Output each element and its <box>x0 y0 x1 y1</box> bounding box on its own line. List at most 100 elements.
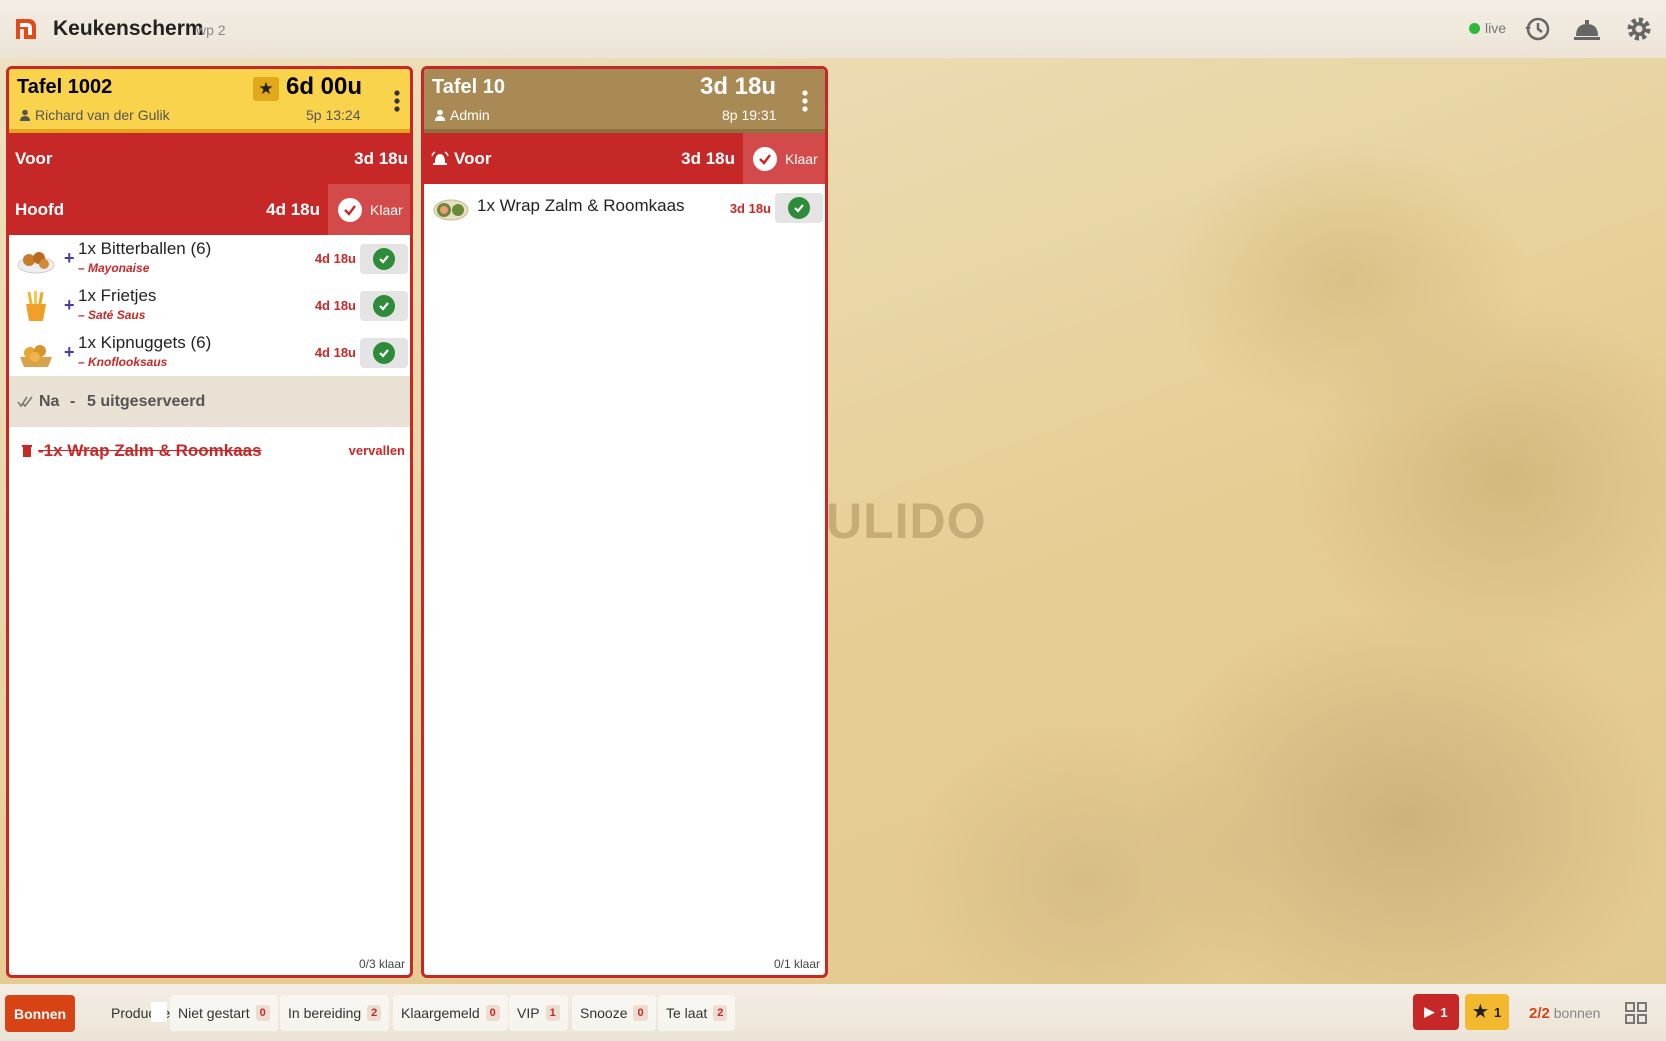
add-icon: + <box>64 342 75 362</box>
app-logo-icon <box>16 19 36 39</box>
course-name: Voor <box>15 148 53 168</box>
void-item-row: -1x Wrap Zalm & Roomkaas vervallen <box>9 427 410 474</box>
ready-count: 0/1 klaar <box>773 957 820 971</box>
filter-niet-gestart[interactable]: Niet gestart 0 <box>170 995 278 1031</box>
ready-label: Klaar <box>370 201 403 218</box>
course-ready-button[interactable]: Klaar <box>328 184 410 235</box>
item-done-button[interactable] <box>775 193 823 223</box>
course-row-hoofd[interactable]: Hoofd 4d 18u Klaar <box>9 184 410 235</box>
ticket-header[interactable]: Tafel 10 3d 18u Admin 8p 19:31 <box>424 69 825 133</box>
order-item[interactable]: 1x Wrap Zalm & Roomkaas 3d 18u <box>424 184 825 232</box>
item-done-button[interactable] <box>360 337 408 368</box>
ticket-person: Admin <box>434 107 490 123</box>
ticket-count-fraction: 2/2 <box>1529 1005 1550 1022</box>
ticket-elapsed: 3d 18u <box>700 73 777 100</box>
view-toggle[interactable] <box>151 1002 167 1022</box>
filter-count: 0 <box>633 1005 648 1021</box>
filter-vip[interactable]: VIP 1 <box>509 995 568 1031</box>
order-item[interactable]: + 1x Kipnuggets (6) – Knoflooksaus 4d 18… <box>9 329 410 376</box>
ticket-meta: 5p 13:24 <box>306 107 361 123</box>
ticket-table: Tafel 10 <box>432 76 505 98</box>
more-options-icon[interactable] <box>795 87 815 115</box>
item-time: 3d 18u <box>729 200 771 216</box>
served-course-row[interactable]: Na - 5 uitgeserveerd <box>9 376 410 427</box>
ready-label: Klaar <box>785 150 818 167</box>
tab-bonnen[interactable]: Bonnen <box>5 995 76 1032</box>
check-icon <box>373 247 395 270</box>
served-count: 5 uitgeserveerd <box>87 392 206 410</box>
fries-image <box>26 291 46 321</box>
star-count: 1 <box>1494 1004 1502 1020</box>
filter-label: Niet gestart <box>178 1005 250 1021</box>
bitterballen-image <box>17 252 55 274</box>
ticket-elapsed: 6d 00u <box>286 73 363 100</box>
course-ready-button[interactable]: Klaar <box>743 133 825 184</box>
item-done-button[interactable] <box>360 243 408 274</box>
star-icon: ★ <box>1472 1002 1488 1021</box>
star-filter-button[interactable]: ★ 1 <box>1465 994 1509 1030</box>
item-name: 1x Kipnuggets (6) <box>78 333 212 352</box>
tab-label: Bonnen <box>14 1005 67 1022</box>
settings-gear-icon[interactable] <box>1624 14 1654 44</box>
more-options-icon[interactable] <box>387 87 407 115</box>
check-icon <box>788 197 810 219</box>
add-icon: + <box>64 295 75 315</box>
item-name: 1x Frietjes <box>78 286 157 305</box>
page-title: Keukenscherm <box>53 17 204 40</box>
item-done-button[interactable] <box>360 290 408 321</box>
user-icon <box>20 109 30 121</box>
course-row-voor[interactable]: Voor 3d 18u <box>9 133 410 184</box>
filter-label: VIP <box>517 1005 540 1021</box>
course-time: 3d 18u <box>681 148 735 168</box>
ticket-card[interactable]: Tafel 1002 ★ 6d 00u Richard van der Guli… <box>6 66 413 978</box>
ticket-header[interactable]: Tafel 1002 ★ 6d 00u Richard van der Guli… <box>9 69 410 133</box>
filter-label: Te laat <box>666 1005 708 1021</box>
course-time: 4d 18u <box>266 199 320 219</box>
item-time: 4d 18u <box>314 345 356 360</box>
ticket-person-name: Richard van der Gulik <box>35 107 170 123</box>
filter-label: In bereiding <box>288 1005 362 1021</box>
top-bar: Keukenscherm wp 2 live <box>0 0 1666 58</box>
ticket-person: Richard van der Gulik <box>19 107 170 123</box>
check-icon <box>373 341 395 364</box>
void-status: vervallen <box>348 443 405 458</box>
service-bell-icon[interactable] <box>1572 14 1602 44</box>
filter-klaargemeld[interactable]: Klaargemeld 0 <box>393 995 508 1031</box>
item-modifier: – Mayonaise <box>78 261 150 275</box>
filter-label: Snooze <box>580 1005 628 1021</box>
wrap-image <box>433 199 469 221</box>
filter-in-bereiding[interactable]: In bereiding 2 <box>280 995 390 1031</box>
item-name: 1x Bitterballen (6) <box>78 239 212 258</box>
live-status: live <box>1469 20 1506 36</box>
live-label: live <box>1485 20 1507 36</box>
filter-snooze[interactable]: Snooze 0 <box>572 995 656 1031</box>
add-icon: + <box>64 248 75 268</box>
ticket-person-name: Admin <box>450 107 490 123</box>
filter-count: 0 <box>485 1005 500 1021</box>
filter-count: 0 <box>255 1005 270 1021</box>
ticket-meta: 8p 19:31 <box>722 107 777 123</box>
item-modifier: – Knoflooksaus <box>78 355 168 369</box>
void-item-name: -1x Wrap Zalm & Roomkaas <box>38 440 262 460</box>
course-name: Hoofd <box>15 199 65 219</box>
item-modifier: – Saté Saus <box>78 308 146 322</box>
filter-count: 2 <box>713 1005 728 1021</box>
play-filter-button[interactable]: ▶ 1 <box>1413 994 1459 1030</box>
play-icon: ▶ <box>1424 1004 1435 1019</box>
vip-star-icon: ★ <box>253 77 279 101</box>
bottom-bar: Bonnen Productie Niet gestart 0 In berei… <box>0 984 1666 1041</box>
user-icon <box>435 109 445 121</box>
served-course-name: Na <box>39 392 60 410</box>
workstation-label: wp 2 <box>196 22 226 38</box>
ticket-card[interactable]: Tafel 10 3d 18u Admin 8p 19:31 Voor 3d 1… <box>421 66 828 978</box>
grid-view-icon[interactable] <box>1625 1002 1647 1024</box>
filter-count: 2 <box>367 1005 382 1021</box>
check-icon <box>338 197 362 222</box>
order-item[interactable]: + 1x Bitterballen (6) – Mayonaise 4d 18u <box>9 235 410 282</box>
course-row-voor[interactable]: Voor 3d 18u Klaar <box>424 133 825 184</box>
order-item[interactable]: + 1x Frietjes – Saté Saus 4d 18u <box>9 282 410 329</box>
ticket-count: 2/2 bonnen <box>1529 1005 1600 1022</box>
filter-te-laat[interactable]: Te laat 2 <box>658 995 736 1031</box>
watermark-logo: ULIDO <box>826 493 987 549</box>
history-icon[interactable] <box>1522 14 1552 44</box>
